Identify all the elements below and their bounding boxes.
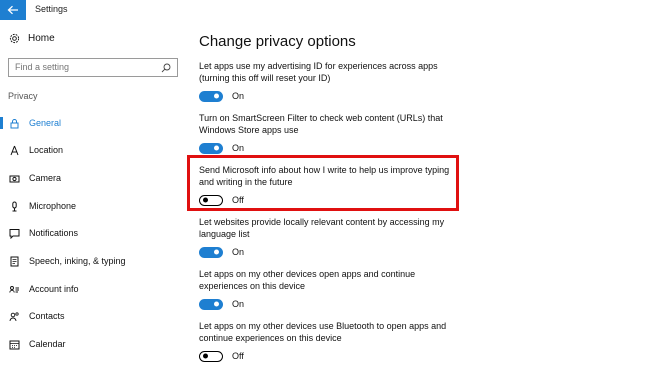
setting-description: Let apps on my other devices open apps a… bbox=[199, 269, 416, 291]
home-label: Home bbox=[28, 33, 55, 44]
sidebar-item-label: Microphone bbox=[29, 201, 77, 211]
notifications-icon bbox=[9, 228, 20, 239]
highlight-box bbox=[187, 155, 459, 211]
setting-description: Turn on SmartScreen Filter to check web … bbox=[199, 113, 443, 135]
language-list-toggle[interactable] bbox=[199, 246, 223, 258]
contacts-icon bbox=[9, 311, 20, 322]
setting-smartscreen: Turn on SmartScreen Filter to check web … bbox=[199, 112, 459, 154]
camera-icon bbox=[9, 173, 20, 184]
sidebar-item-label: General bbox=[29, 118, 62, 128]
sidebar-item-label: Notifications bbox=[29, 228, 79, 238]
advertising-id-toggle[interactable] bbox=[199, 90, 223, 102]
setting-description: Let apps on my other devices use Bluetoo… bbox=[199, 321, 447, 343]
speech-icon bbox=[9, 256, 20, 267]
active-indicator bbox=[0, 117, 3, 129]
account-info-icon bbox=[9, 284, 20, 295]
smartscreen-toggle[interactable] bbox=[199, 142, 223, 154]
microphone-icon bbox=[9, 201, 20, 212]
setting-bluetooth-devices: Let apps on my other devices use Bluetoo… bbox=[199, 320, 459, 362]
setting-language-list: Let websites provide locally relevant co… bbox=[199, 216, 459, 258]
sidebar-item-label: Contacts bbox=[29, 311, 65, 321]
sidebar-item-label: Speech, inking, & typing bbox=[29, 256, 126, 266]
other-devices-toggle[interactable] bbox=[199, 298, 223, 310]
lock-icon bbox=[9, 118, 20, 129]
toggle-state-label: On bbox=[232, 91, 245, 101]
sidebar-item-calendar[interactable]: Calendar bbox=[0, 334, 190, 354]
sidebar-item-speech[interactable]: Speech, inking, & typing bbox=[0, 251, 190, 271]
sidebar-item-label: Camera bbox=[29, 173, 62, 183]
setting-description: Let websites provide locally relevant co… bbox=[199, 217, 445, 239]
sidebar-item-notifications[interactable]: Notifications bbox=[0, 223, 190, 243]
setting-description: Let apps use my advertising ID for exper… bbox=[199, 61, 438, 83]
sidebar-item-camera[interactable]: Camera bbox=[0, 168, 190, 188]
back-arrow-icon bbox=[7, 5, 18, 15]
title-bar: Settings bbox=[0, 0, 650, 20]
sidebar-item-label: Calendar bbox=[29, 339, 66, 349]
search-icon[interactable] bbox=[161, 63, 171, 73]
back-button[interactable] bbox=[0, 0, 26, 20]
window-title: Settings bbox=[35, 4, 68, 14]
calendar-icon bbox=[9, 339, 20, 350]
gear-icon bbox=[9, 33, 20, 44]
sidebar: Home Privacy General Location Camera bbox=[0, 20, 190, 365]
sidebar-item-label: Account info bbox=[29, 284, 79, 294]
toggle-state-label: Off bbox=[232, 351, 244, 361]
bluetooth-devices-toggle[interactable] bbox=[199, 350, 223, 362]
sidebar-item-microphone[interactable]: Microphone bbox=[0, 196, 190, 216]
location-icon bbox=[9, 145, 20, 156]
sidebar-item-location[interactable]: Location bbox=[0, 140, 190, 160]
sidebar-item-account-info[interactable]: Account info bbox=[0, 279, 190, 299]
search-box[interactable] bbox=[8, 58, 178, 77]
setting-advertising-id: Let apps use my advertising ID for exper… bbox=[199, 60, 459, 102]
section-label-privacy: Privacy bbox=[8, 91, 38, 101]
toggle-state-label: On bbox=[232, 143, 245, 153]
sidebar-item-contacts[interactable]: Contacts bbox=[0, 306, 190, 326]
sidebar-item-general[interactable]: General bbox=[0, 113, 190, 133]
search-input[interactable] bbox=[15, 62, 155, 72]
toggle-state-label: On bbox=[232, 247, 245, 257]
toggle-state-label: On bbox=[232, 299, 245, 309]
page-title: Change privacy options bbox=[199, 33, 356, 50]
sidebar-item-label: Location bbox=[29, 145, 64, 155]
setting-other-devices: Let apps on my other devices open apps a… bbox=[199, 268, 459, 310]
home-nav-item[interactable]: Home bbox=[9, 33, 55, 44]
